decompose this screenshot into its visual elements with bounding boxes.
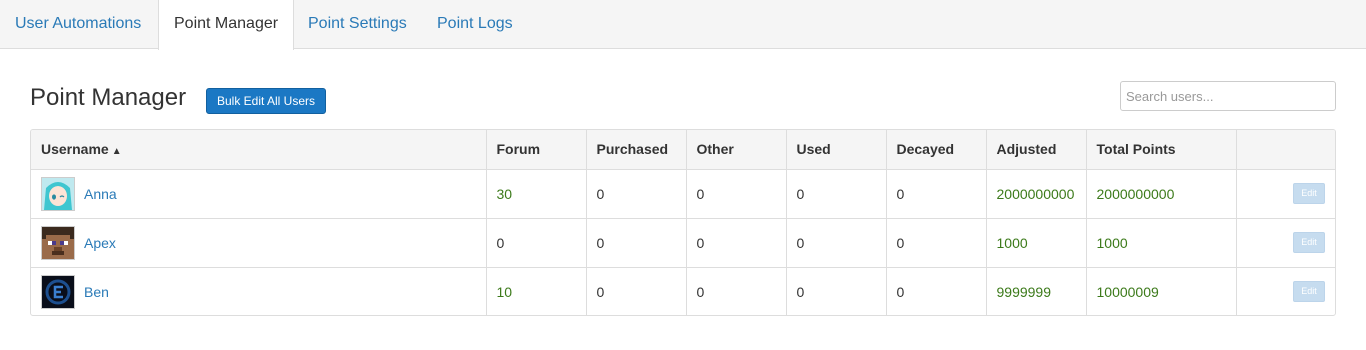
table-row: Ben 10 0 0 0 0 9999999 10000009 Edit	[31, 267, 1335, 315]
tab-bar: User Automations Point Manager Point Set…	[0, 0, 1366, 50]
adjusted-cell: 2000000000	[986, 169, 1087, 219]
column-header-total-points[interactable]: Total Points	[1086, 130, 1237, 170]
other-cell: 0	[686, 218, 787, 268]
username-link[interactable]: Ben	[84, 284, 109, 300]
tab-user-automations[interactable]: User Automations	[0, 0, 156, 49]
tab-point-logs[interactable]: Point Logs	[422, 0, 528, 49]
total-points-cell: 1000	[1086, 218, 1237, 268]
used-cell: 0	[786, 218, 887, 268]
edit-button[interactable]: Edit	[1293, 183, 1325, 204]
sort-ascending-icon: ▲	[111, 146, 122, 158]
actions-cell: Edit	[1236, 267, 1335, 315]
adjusted-cell: 1000	[986, 218, 1087, 268]
tab-point-manager[interactable]: Point Manager	[158, 0, 295, 50]
other-cell: 0	[686, 169, 787, 219]
actions-cell: Edit	[1236, 218, 1335, 268]
forum-cell: 30	[486, 169, 587, 219]
edit-button[interactable]: Edit	[1293, 232, 1325, 253]
blocky-face-avatar	[41, 225, 75, 260]
total-points-cell: 2000000000	[1086, 169, 1237, 219]
username-cell: Apex	[31, 218, 487, 268]
edit-button[interactable]: Edit	[1293, 281, 1325, 303]
bulk-edit-all-users-button[interactable]: Bulk Edit All Users	[206, 88, 326, 114]
adjusted-cell: 9999999	[986, 267, 1087, 315]
search-users-input[interactable]	[1120, 81, 1336, 111]
decayed-cell: 0	[886, 218, 987, 268]
username-cell: Anna	[31, 169, 487, 219]
column-header-username[interactable]: Username ▲	[31, 130, 487, 170]
column-header-purchased[interactable]: Purchased	[586, 130, 687, 170]
decayed-cell: 0	[886, 169, 987, 219]
purchased-cell: 0	[586, 267, 687, 315]
column-header-decayed[interactable]: Decayed	[886, 130, 987, 170]
column-header-forum[interactable]: Forum	[486, 130, 587, 170]
total-points-cell: 10000009	[1086, 267, 1237, 315]
other-cell: 0	[686, 267, 787, 315]
column-header-other[interactable]: Other	[686, 130, 787, 170]
table-row: Apex 0 0 0 0 0 1000 1000 Edit	[31, 218, 1335, 268]
table-header-row: Username ▲ Forum Purchased Other Used Dec…	[31, 130, 1335, 170]
dark-logo-avatar	[41, 274, 75, 309]
username-link[interactable]: Anna	[84, 186, 117, 202]
anime-girl-avatar	[41, 176, 75, 211]
point-manager-table: Username ▲ Forum Purchased Other Used Dec…	[30, 129, 1336, 316]
tab-point-settings[interactable]: Point Settings	[293, 0, 422, 49]
purchased-cell: 0	[586, 169, 687, 219]
page-title: Point Manager	[30, 84, 187, 111]
used-cell: 0	[786, 267, 887, 315]
column-header-adjusted[interactable]: Adjusted	[986, 130, 1087, 170]
actions-cell: Edit	[1236, 169, 1335, 219]
column-header-actions	[1236, 130, 1335, 170]
username-cell: Ben	[31, 267, 487, 315]
forum-cell: 10	[486, 267, 587, 315]
forum-cell: 0	[486, 218, 587, 268]
used-cell: 0	[786, 169, 887, 219]
username-link[interactable]: Apex	[84, 235, 116, 251]
purchased-cell: 0	[586, 218, 687, 268]
decayed-cell: 0	[886, 267, 987, 315]
table-row: Anna 30 0 0 0 0 2000000000 2000000000 Ed…	[31, 169, 1335, 219]
column-header-used[interactable]: Used	[786, 130, 887, 170]
